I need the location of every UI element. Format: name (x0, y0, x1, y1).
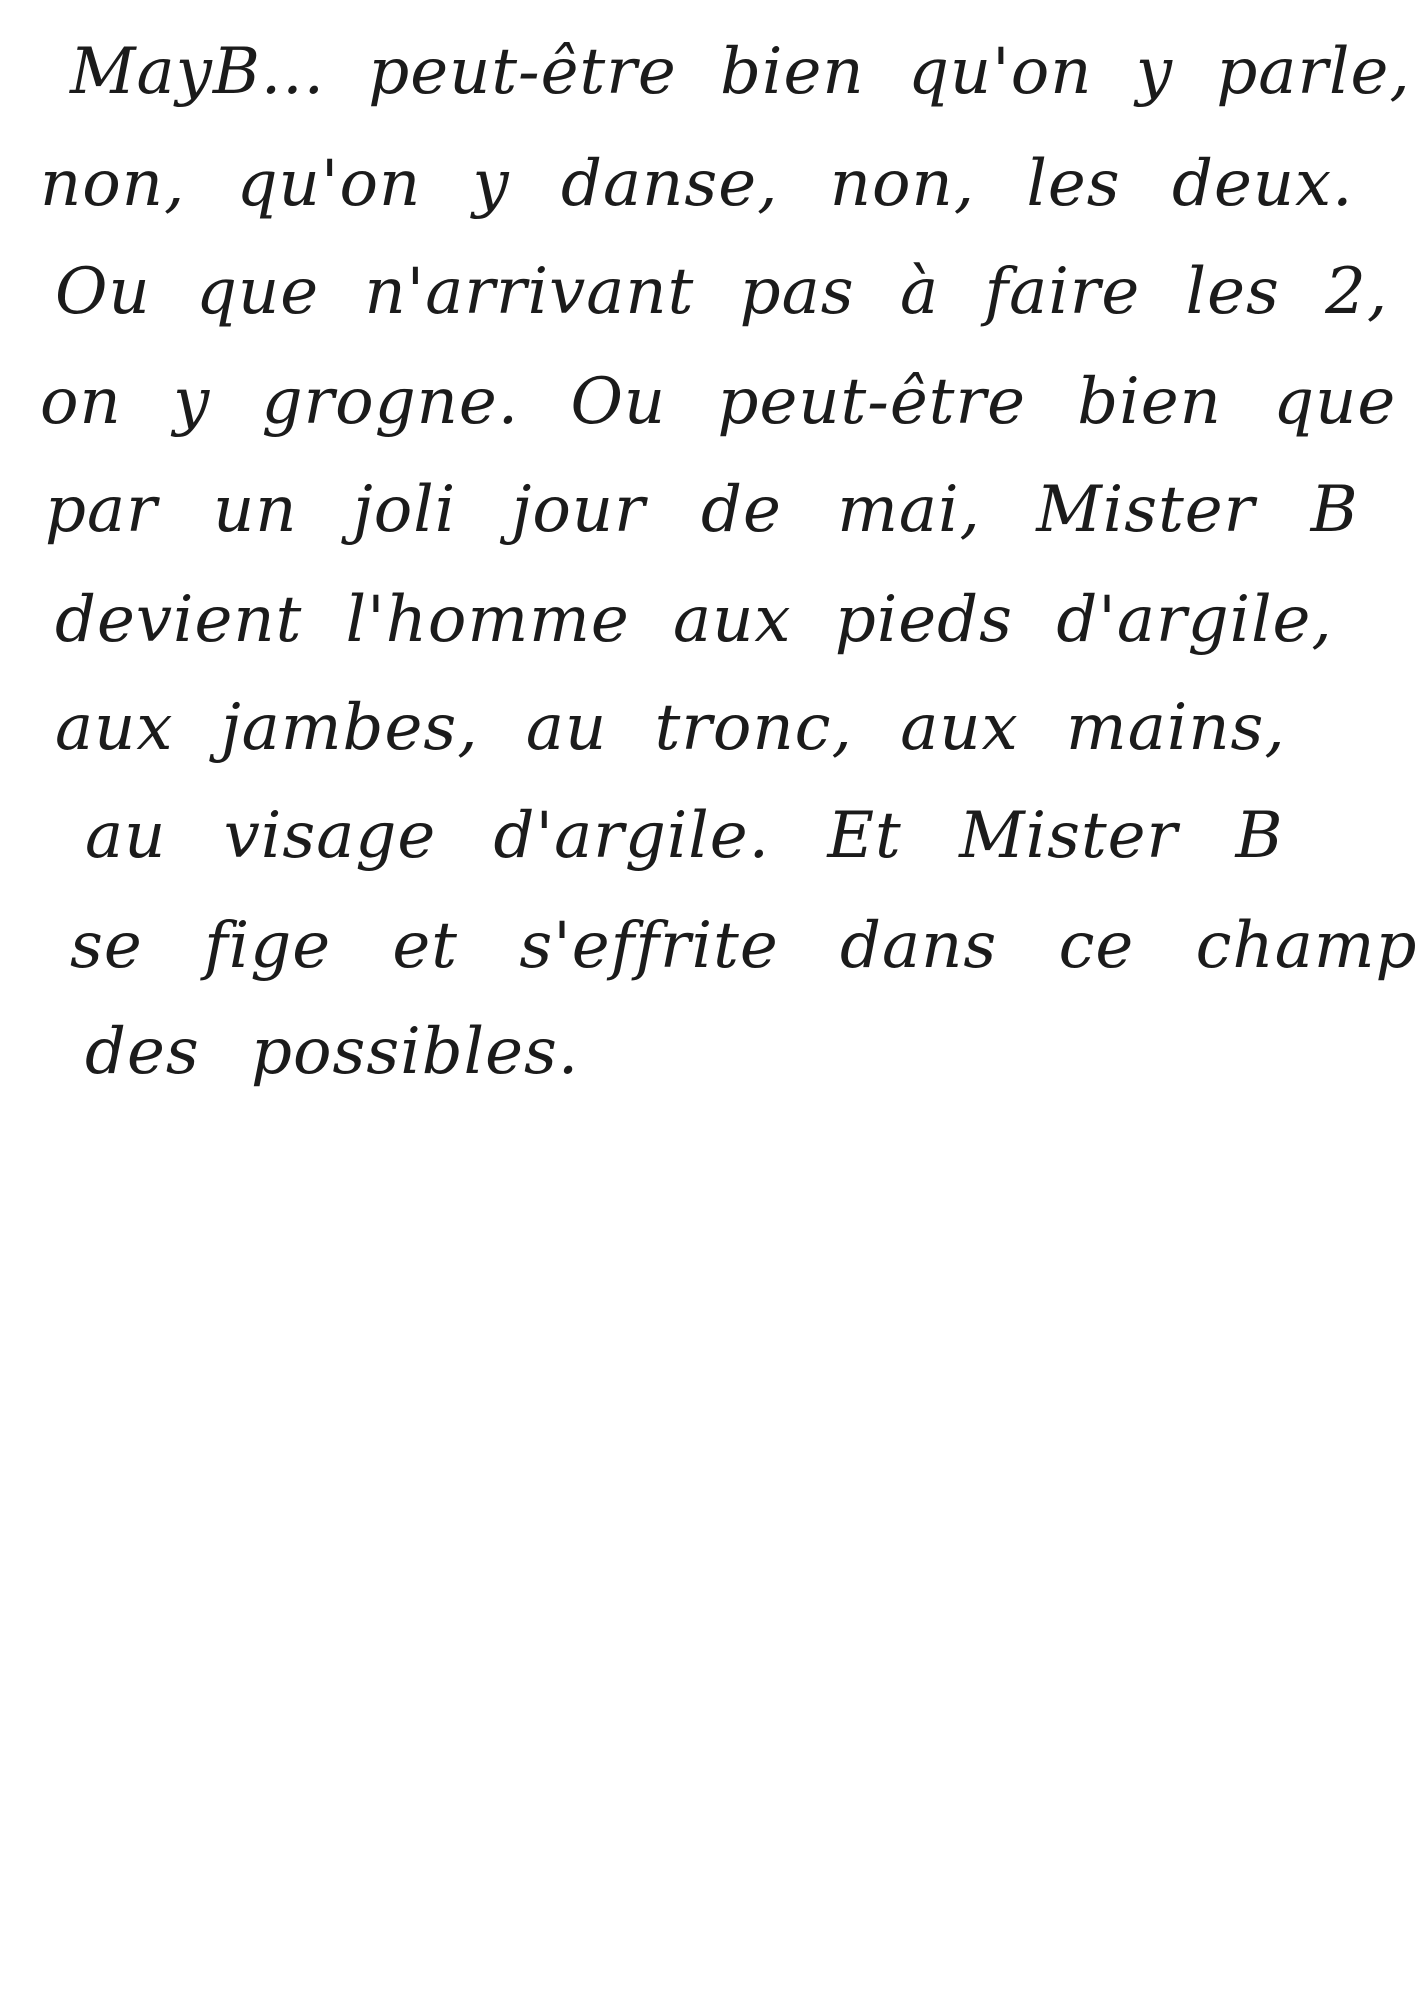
text-line: aux jambes, au tronc, aux mains, (55, 691, 1286, 765)
text-line: des possibles. (85, 1015, 580, 1089)
text-line: non, qu'on y danse, non, les deux. (40, 147, 1354, 221)
text-line: par un joli jour de mai, Mister B (45, 473, 1359, 547)
text-line: au visage d'argile. Et Mister B (85, 799, 1284, 873)
text-line: Ou que n'arrivant pas à faire les 2, (55, 255, 1389, 329)
text-line: MayB... peut-être bien qu'on y parle, (70, 35, 1411, 109)
text-line: on y grogne. Ou peut-être bien que (40, 365, 1397, 439)
text-line: devient l'homme aux pieds d'argile, (55, 583, 1333, 657)
text-line: se fige et s'effrite dans ce champ (70, 909, 1415, 983)
handwritten-page: MayB... peut-être bien qu'on y parle, no… (0, 0, 1415, 2000)
